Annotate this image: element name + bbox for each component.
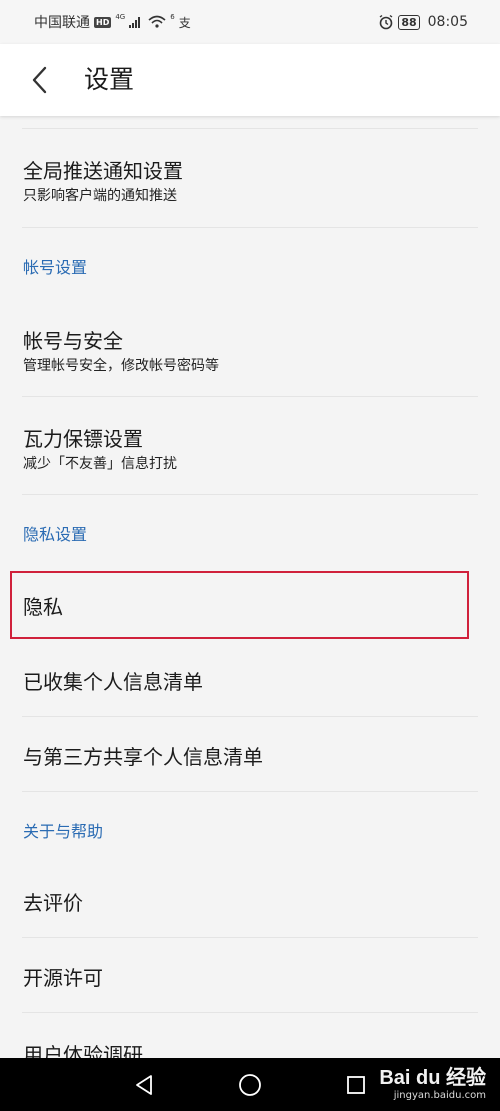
item-account-security[interactable]: 帐号与安全 管理帐号安全，修改帐号密码等	[0, 299, 500, 396]
item-third-party-list[interactable]: 与第三方共享个人信息清单	[0, 717, 500, 791]
wifi-icon	[148, 15, 166, 28]
nav-back-button[interactable]	[130, 1071, 158, 1099]
page-title: 设置	[84, 65, 135, 94]
item-title: 帐号与安全	[23, 329, 123, 353]
item-ux-survey[interactable]: 用户体验调研	[0, 1013, 500, 1058]
item-open-source[interactable]: 开源许可	[0, 938, 500, 1012]
status-bar: 中国联通 HD 4G 6 支 88 08:05	[0, 0, 500, 44]
divider	[22, 227, 478, 228]
item-rate[interactable]: 去评价	[0, 863, 500, 937]
alipay-icon: 支	[178, 15, 191, 30]
circle-home-icon	[239, 1074, 261, 1096]
watermark-url: jingyan.baidu.com	[393, 1090, 486, 1101]
watermark-logo: Bai du 经验	[379, 1067, 486, 1089]
item-title: 已收集个人信息清单	[23, 670, 203, 694]
item-title: 瓦力保镖设置	[23, 427, 143, 451]
item-title: 全局推送通知设置	[23, 159, 183, 183]
item-title: 开源许可	[23, 966, 103, 990]
wifi-badge: 6	[170, 13, 175, 21]
back-button[interactable]	[22, 62, 58, 98]
item-title: 用户体验调研	[23, 1043, 143, 1058]
signal-icon	[129, 16, 141, 28]
square-recents-icon	[347, 1076, 365, 1094]
item-subtitle: 减少「不友善」信息打扰	[23, 456, 177, 472]
alarm-icon	[379, 14, 393, 30]
baidu-watermark: Bai du 经验 jingyan.baidu.com	[379, 1066, 486, 1102]
section-header-privacy: 隐私设置	[23, 525, 88, 544]
item-push-settings[interactable]: 全局推送通知设置 只影响客户端的通知推送	[0, 129, 500, 227]
item-collected-info-list[interactable]: 已收集个人信息清单	[0, 642, 500, 716]
carrier-name: 中国联通	[34, 15, 90, 31]
nav-home-button[interactable]	[236, 1071, 264, 1099]
hd-badge: HD	[94, 16, 112, 28]
nav-recents-button[interactable]	[342, 1071, 370, 1099]
section-header-account: 帐号设置	[23, 258, 88, 277]
system-nav-bar: Bai du 经验 jingyan.baidu.com	[0, 1058, 500, 1111]
divider	[22, 494, 478, 495]
app-bar: 设置	[0, 44, 500, 116]
section-header-about: 关于与帮助	[23, 822, 104, 841]
status-left: 中国联通 HD 4G 6 支	[34, 12, 191, 32]
chevron-left-icon	[32, 66, 47, 94]
status-right: 88 08:05	[378, 14, 468, 30]
item-title: 去评价	[23, 891, 83, 915]
battery-icon: 88	[398, 14, 420, 30]
highlight-annotation	[10, 571, 469, 639]
item-wali-guard[interactable]: 瓦力保镖设置 减少「不友善」信息打扰	[0, 397, 500, 494]
clock: 08:05	[427, 14, 468, 30]
triangle-back-icon	[136, 1075, 152, 1095]
item-subtitle: 只影响客户端的通知推送	[23, 188, 177, 204]
item-title: 与第三方共享个人信息清单	[23, 745, 263, 769]
item-subtitle: 管理帐号安全，修改帐号密码等	[23, 358, 219, 374]
divider	[22, 791, 478, 792]
network-type: 4G	[115, 13, 126, 21]
